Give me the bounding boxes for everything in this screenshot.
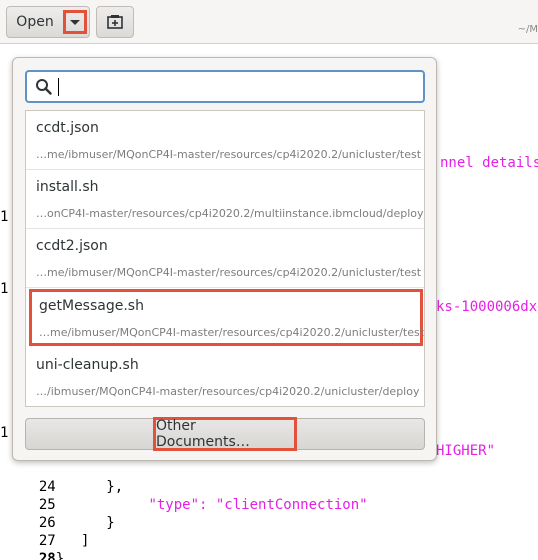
line-number: 1 <box>0 425 9 441</box>
search-field[interactable] <box>25 70 425 103</box>
recent-documents-list: ccdt.json …me/ibmuser/MQonCP4I-master/re… <box>25 110 425 407</box>
list-item[interactable]: ccdt.json …me/ibmuser/MQonCP4I-master/re… <box>26 111 424 170</box>
search-icon <box>36 79 52 95</box>
code-fragment: ks-1000006dx <box>436 299 538 315</box>
document-path: …/ibmuser/MQonCP4I-master/resources/cp4i… <box>36 385 420 398</box>
list-item[interactable]: ccdt2.json …me/ibmuser/MQonCP4I-master/r… <box>26 229 424 288</box>
new-tab-icon <box>107 15 123 29</box>
list-item[interactable]: uni-cleanup.sh …/ibmuser/MQonCP4I-master… <box>26 348 424 406</box>
open-documents-popover: ccdt.json …me/ibmuser/MQonCP4I-master/re… <box>12 57 437 461</box>
document-path: …me/ibmuser/MQonCP4I-master/resources/cp… <box>36 148 422 161</box>
line-number: 28 <box>38 551 56 560</box>
code-line: 26 } <box>0 496 538 531</box>
code-fragment: HIGHER" <box>436 443 496 459</box>
document-name: uni-cleanup.sh <box>36 357 139 373</box>
window-subtitle-path: ~/M <box>517 24 538 35</box>
document-name: ccdt.json <box>36 120 99 136</box>
document-name: install.sh <box>36 179 99 195</box>
other-documents-label: Other Documents… <box>153 417 297 451</box>
line-number: 1 <box>0 209 9 225</box>
chevron-down-icon <box>70 19 80 25</box>
document-path: …me/ibmuser/MQonCP4I-master/resources/cp… <box>36 266 422 279</box>
code-line: 27 ] <box>0 514 538 549</box>
open-button-label: Open <box>16 14 54 30</box>
open-button[interactable]: Open <box>6 6 90 38</box>
search-input[interactable] <box>61 76 411 98</box>
new-document-button[interactable] <box>96 6 134 38</box>
list-item[interactable]: getMessage.sh …me/ibmuser/MQonCP4I-maste… <box>29 289 425 346</box>
document-name: ccdt2.json <box>36 238 108 254</box>
code-line: 25 "type": "clientConnection" <box>0 478 538 513</box>
open-dropdown-toggle[interactable] <box>63 10 87 34</box>
document-path: …me/ibmuser/MQonCP4I-master/resources/cp… <box>39 326 425 339</box>
text-cursor <box>58 78 59 96</box>
code-text: } <box>55 551 65 560</box>
document-name: getMessage.sh <box>39 298 144 314</box>
other-documents-button[interactable]: Other Documents… <box>25 417 425 451</box>
document-path: …onCP4I-master/resources/cp4i2020.2/mult… <box>36 207 424 220</box>
line-number: 1 <box>0 281 9 297</box>
code-line: 28} <box>0 532 538 560</box>
code-fragment: nnel details <box>440 155 538 171</box>
code-line: 24 }, <box>0 460 538 495</box>
header-bar: Open ~/M <box>0 0 538 44</box>
list-item[interactable]: install.sh …onCP4I-master/resources/cp4i… <box>26 170 424 229</box>
